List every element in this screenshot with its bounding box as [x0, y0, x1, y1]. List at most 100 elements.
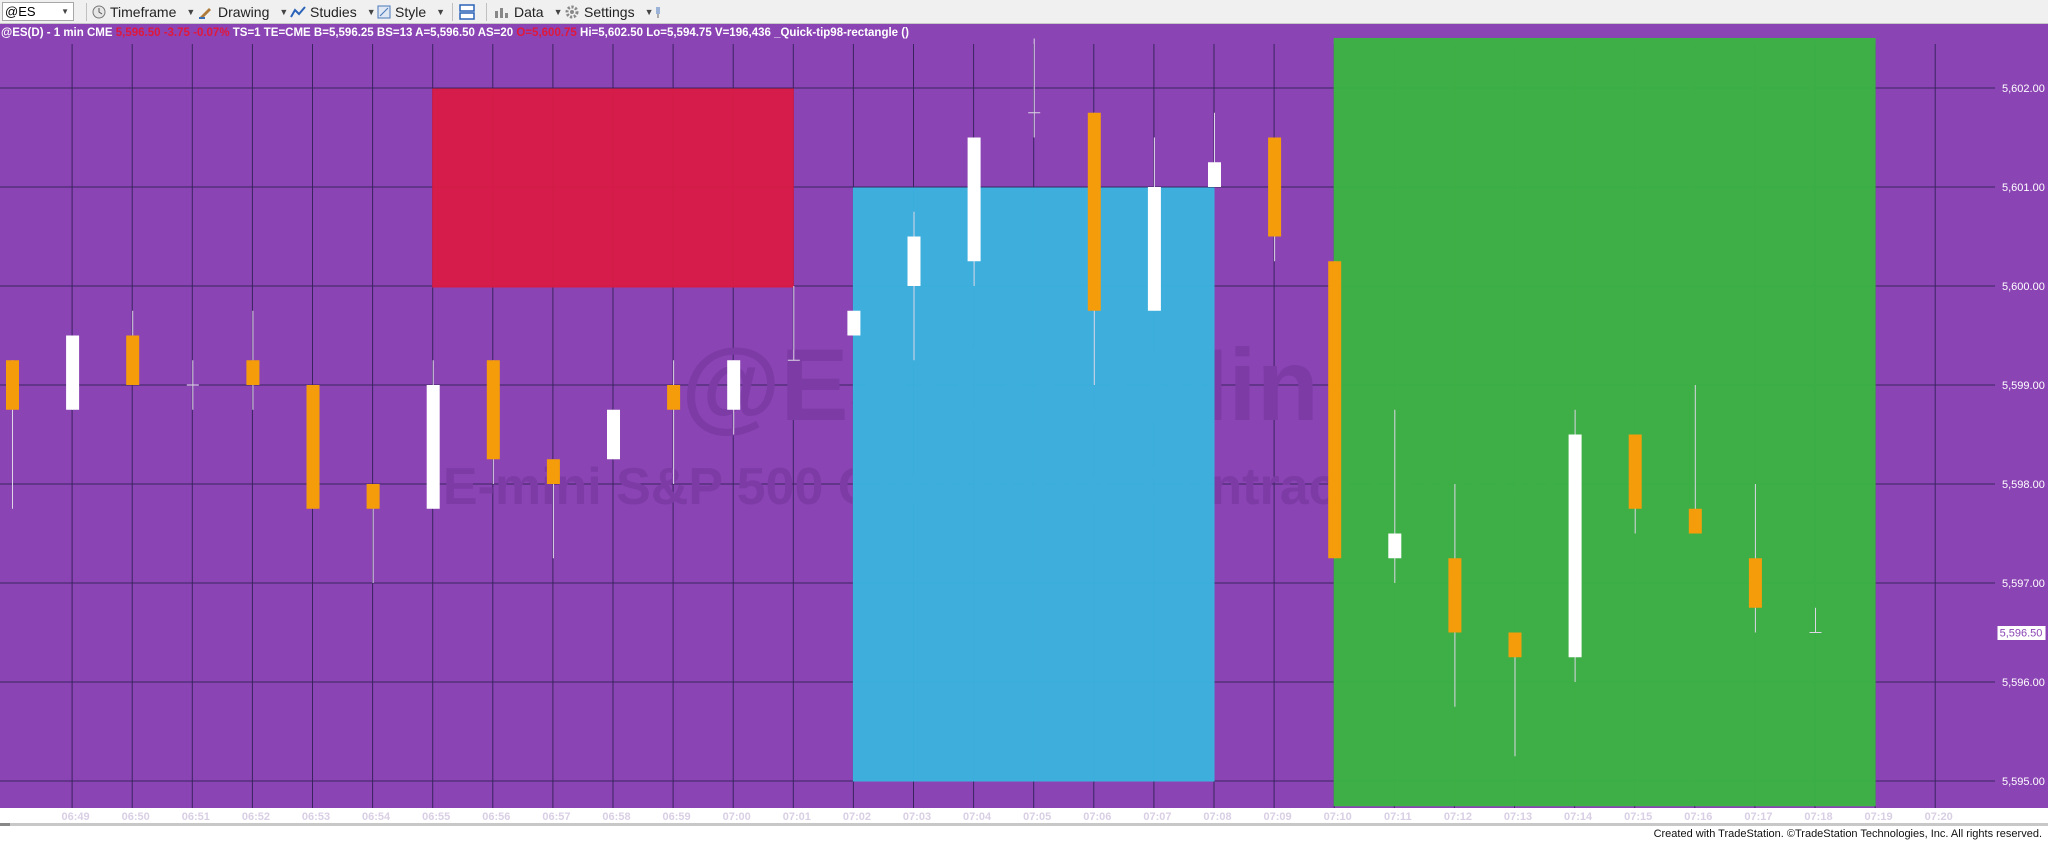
credit-text: Created with TradeStation. ©TradeStation…	[1653, 828, 2042, 840]
candle-up	[66, 335, 80, 410]
data-button[interactable]: Data ▼	[494, 2, 563, 22]
y-tick-label: 5,597.00	[2002, 578, 2045, 590]
x-tick-label: 07:05	[1023, 811, 1051, 823]
clock-icon	[92, 5, 106, 19]
y-tick-label: 5,596.00	[2002, 677, 2045, 689]
toolbar-separator	[86, 3, 87, 21]
price-chart[interactable]: @ES(D),1MinE-mini S&P 500 Continuous Con…	[0, 24, 2048, 824]
candle-down	[366, 484, 380, 509]
candle-up	[1147, 187, 1161, 311]
status-line-part: O=5,600.75	[513, 27, 577, 39]
candle-down	[6, 360, 19, 410]
candle-up	[907, 236, 921, 286]
timeframe-button[interactable]: Timeframe ▼	[92, 2, 195, 22]
candle-down	[1448, 558, 1462, 633]
x-tick-label: 07:12	[1444, 811, 1472, 823]
x-tick-label: 07:10	[1324, 811, 1352, 823]
candle-down	[1748, 558, 1762, 608]
x-tick-label: 07:18	[1804, 811, 1832, 823]
candle-down	[1628, 434, 1642, 509]
y-tick-label: 5,600.00	[2002, 281, 2045, 293]
chevron-down-icon: ▼	[553, 7, 563, 17]
chevron-down-icon: ▼	[279, 7, 289, 17]
x-tick-label: 06:52	[242, 811, 270, 823]
candle-down	[246, 360, 260, 385]
y-tick-label: 5,599.00	[2002, 380, 2045, 392]
y-tick-label: 5,598.00	[2002, 479, 2045, 491]
toolbar-separator	[452, 3, 453, 21]
chevron-down-icon: ▼	[436, 7, 446, 17]
layout-button[interactable]	[458, 2, 480, 22]
timeframe-label: Timeframe	[110, 4, 177, 20]
x-tick-label: 07:20	[1925, 811, 1953, 823]
toolbar-separator	[486, 3, 487, 21]
symbol-text: @ES	[5, 4, 36, 19]
status-line-part: Hi=5,602.50 Lo=5,594.75 V=196,436 _Quick…	[577, 27, 909, 39]
candle-down	[306, 385, 320, 509]
x-tick-label: 06:56	[482, 811, 510, 823]
y-tick-label: 5,602.00	[2002, 83, 2045, 95]
gear-icon	[565, 5, 579, 19]
x-tick-label: 07:00	[723, 811, 751, 823]
x-tick-label: 07:13	[1504, 811, 1532, 823]
candle-down	[1087, 112, 1101, 311]
x-tick-label: 07:16	[1684, 811, 1712, 823]
x-tick-label: 07:11	[1384, 811, 1412, 823]
x-tick-label: 06:59	[663, 811, 691, 823]
candle-down	[1508, 632, 1522, 658]
drawing-icon	[199, 8, 211, 19]
x-tick-label: 06:49	[62, 811, 90, 823]
candle-down	[1328, 261, 1342, 559]
settings-button[interactable]: Settings ▼	[564, 2, 654, 22]
x-tick-label: 07:08	[1203, 811, 1231, 823]
style-button[interactable]: Style ▼	[377, 2, 445, 22]
x-tick-label: 07:17	[1744, 811, 1772, 823]
candle-up	[1568, 434, 1582, 658]
studies-icon	[290, 6, 306, 18]
chevron-down-icon: ▼	[61, 7, 69, 16]
x-tick-label: 07:01	[783, 811, 811, 823]
x-tick-label: 06:54	[362, 811, 391, 823]
symbol-input[interactable]: @ES ▼	[2, 2, 74, 21]
candle-down	[1268, 137, 1282, 237]
x-tick-label: 07:14	[1564, 811, 1593, 823]
x-tick-label: 06:58	[602, 811, 630, 823]
layout-icon	[459, 4, 475, 20]
chevron-down-icon: ▼	[186, 7, 196, 17]
x-tick-label: 06:55	[422, 811, 450, 823]
candle-up	[426, 385, 440, 509]
red-rectangle	[432, 88, 794, 288]
x-tick-label: 06:51	[182, 811, 210, 823]
x-tick-label: 07:06	[1083, 811, 1111, 823]
pin-button[interactable]	[654, 2, 666, 22]
x-tick-label: 07:19	[1865, 811, 1893, 823]
candle-up	[847, 310, 861, 336]
x-tick-label: 07:04	[963, 811, 992, 823]
status-line-part: 5,596.50	[113, 27, 161, 39]
y-tick-label: 5,595.00	[2002, 776, 2045, 788]
green-rectangle	[1333, 38, 1876, 807]
data-icon	[495, 8, 508, 18]
data-label: Data	[514, 4, 544, 20]
candle-down	[546, 459, 560, 484]
x-tick-label: 07:15	[1624, 811, 1652, 823]
chevron-down-icon: ▼	[366, 7, 376, 17]
x-tick-label: 06:53	[302, 811, 330, 823]
studies-button[interactable]: Studies ▼	[290, 2, 376, 22]
x-tick-label: 06:50	[122, 811, 150, 823]
chart-toolbar: @ES ▼ Timeframe ▼ Drawing ▼ Studies ▼ St…	[0, 0, 2048, 24]
candle-down	[667, 385, 681, 410]
drawing-label: Drawing	[218, 4, 270, 20]
candle-down	[1688, 508, 1702, 534]
price-axis-background	[1995, 24, 2048, 808]
x-tick-label: 07:09	[1264, 811, 1292, 823]
candle-up	[1388, 533, 1402, 559]
studies-label: Studies	[310, 4, 357, 20]
footer-bar: Created with TradeStation. ©TradeStation…	[0, 826, 2048, 844]
x-tick-label: 07:07	[1143, 811, 1171, 823]
candle-up	[1208, 162, 1221, 187]
candle-down	[126, 335, 140, 385]
drawing-button[interactable]: Drawing ▼	[198, 2, 288, 22]
status-line-part: TS=1 TE=CME B=5,596.25 BS=13 A=5,596.50 …	[230, 27, 514, 39]
settings-label: Settings	[584, 4, 635, 20]
